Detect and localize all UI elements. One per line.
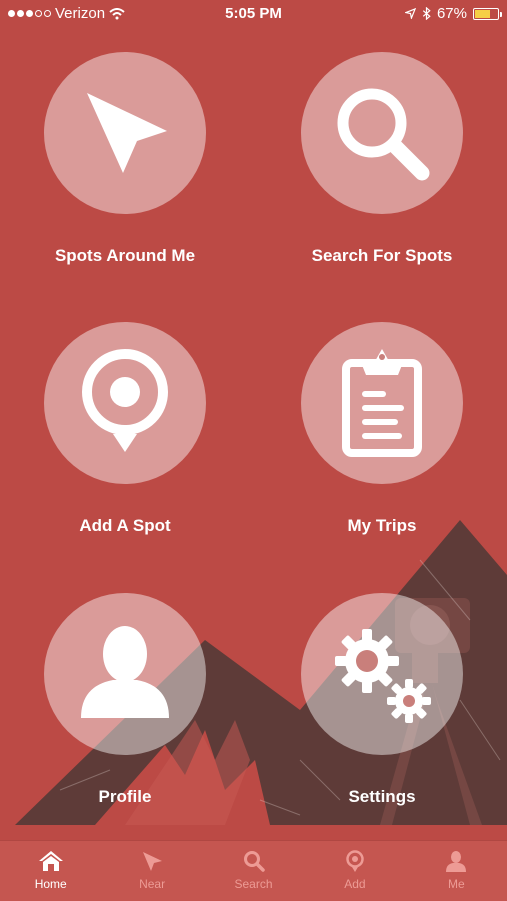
status-right: 67% xyxy=(404,5,502,22)
search-for-spots-tile[interactable]: Search For Spots xyxy=(267,52,497,266)
map-pin-icon xyxy=(82,349,168,452)
tab-home-label: Home xyxy=(34,877,67,891)
profile-label: Profile xyxy=(98,787,152,806)
search-icon xyxy=(337,88,430,181)
add-a-spot-button[interactable] xyxy=(44,322,206,484)
clipboard-icon xyxy=(342,349,422,457)
spots-around-me-label: Spots Around Me xyxy=(54,246,196,265)
tab-home[interactable]: Home xyxy=(0,841,101,901)
bluetooth-icon xyxy=(422,7,431,20)
tab-search-label: Search xyxy=(234,877,273,891)
user-silhouette-icon xyxy=(81,626,169,718)
search-for-spots-label: Search For Spots xyxy=(311,246,453,265)
settings-tile[interactable]: Settings xyxy=(267,593,497,807)
my-trips-button[interactable] xyxy=(301,322,463,484)
my-trips-tile[interactable]: My Trips xyxy=(267,322,497,536)
my-trips-label: My Trips xyxy=(347,516,417,535)
battery-icon xyxy=(473,7,502,20)
tab-bar: Home Near Search Add Me xyxy=(0,840,507,901)
tab-me[interactable]: Me xyxy=(406,841,507,901)
search-icon xyxy=(243,851,265,872)
profile-tile[interactable]: Profile xyxy=(10,593,240,807)
tab-me-label: Me xyxy=(447,877,465,891)
location-arrow-icon xyxy=(404,8,416,19)
spots-around-me-button[interactable] xyxy=(44,52,206,214)
tab-add[interactable]: Add xyxy=(304,841,405,901)
home-icon xyxy=(38,851,63,871)
spots-around-me-tile[interactable]: Spots Around Me xyxy=(10,52,240,266)
status-bar: Verizon 5:05 PM 67% xyxy=(0,0,507,30)
tab-search[interactable]: Search xyxy=(203,841,304,901)
add-a-spot-label: Add A Spot xyxy=(79,516,171,535)
user-icon xyxy=(446,851,467,872)
settings-label: Settings xyxy=(348,787,416,806)
gears-icon xyxy=(335,629,431,723)
navigation-arrow-icon xyxy=(87,93,167,173)
settings-button[interactable] xyxy=(301,593,463,755)
battery-percent: 67% xyxy=(436,5,467,22)
add-a-spot-tile[interactable]: Add A Spot xyxy=(10,322,240,536)
navigation-arrow-icon xyxy=(143,852,163,871)
tab-near[interactable]: Near xyxy=(101,841,202,901)
search-for-spots-button[interactable] xyxy=(301,52,463,214)
profile-button[interactable] xyxy=(44,593,206,755)
map-pin-icon xyxy=(346,850,364,872)
tab-near-label: Near xyxy=(139,877,166,891)
tab-add-label: Add xyxy=(344,877,366,891)
